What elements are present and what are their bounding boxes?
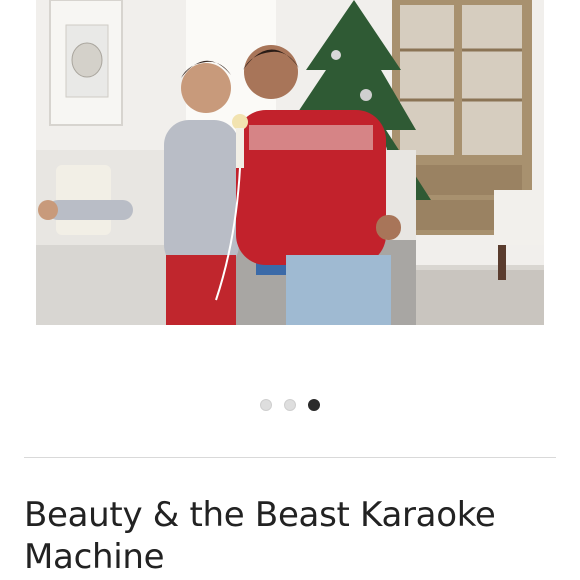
carousel-dot-3[interactable]	[308, 399, 320, 411]
carousel-dot-2[interactable]	[284, 399, 296, 411]
carousel-dot-1[interactable]	[260, 399, 272, 411]
product-photo	[36, 0, 544, 325]
product-title: Beauty & the Beast Karaoke Machine	[24, 495, 496, 577]
product-image[interactable]	[36, 0, 544, 325]
carousel-pagination	[0, 399, 580, 413]
product-page: Beauty & the Beast Karaoke Machine	[0, 0, 580, 580]
section-divider	[24, 457, 556, 458]
